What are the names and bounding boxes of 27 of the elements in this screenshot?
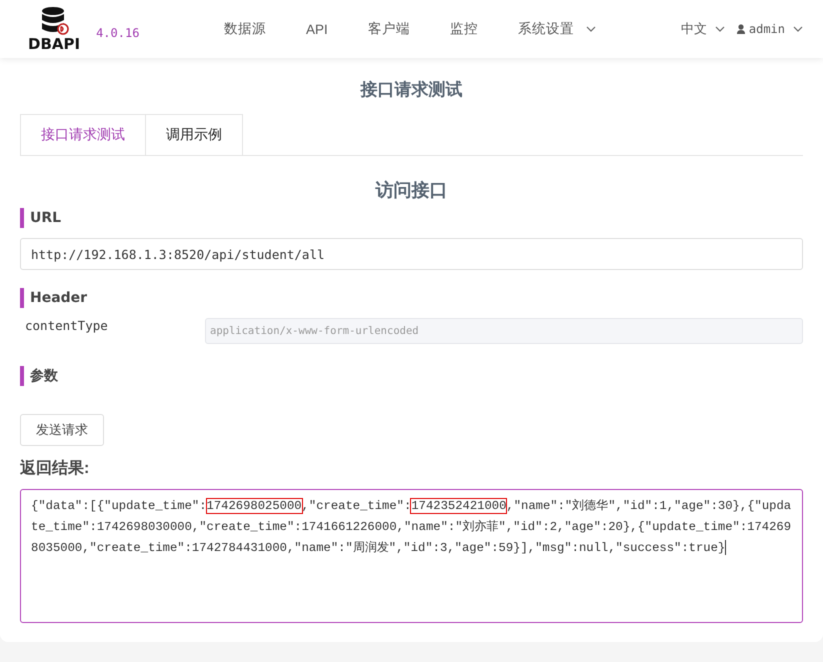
result-text: {"data":[{"update_time":1742698025000,"create_time":1742352421000,"name":"刘德华","id":1,"age":30},{"update_time":1742698030000,"create_time":1741661226000,"name":"刘亦菲","id":2,"age":20},{"update_time":1742698035000,"create_time":1742784431000,"name":"周润发","id":3,"age":59}],"msg":null,"success":true} — [31, 498, 792, 558]
caret-icon — [714, 26, 725, 32]
caret-icon — [793, 26, 803, 32]
tab[interactable]: 接口请求测试 — [20, 114, 146, 155]
user-icon — [736, 24, 745, 34]
caret-icon — [586, 26, 596, 32]
language-menu[interactable]: 中文 — [668, 20, 725, 38]
param-name: contentType — [24, 318, 109, 333]
database-icon — [39, 6, 70, 36]
section-title: 访问接口 — [374, 179, 448, 202]
section-label: 参数 — [20, 366, 803, 386]
result-field[interactable] — [20, 489, 803, 623]
nav-link[interactable]: 系统设置 — [498, 20, 616, 38]
nav-link[interactable]: 数据源 — [204, 20, 286, 38]
send-button[interactable]: 发送请求 — [20, 414, 104, 446]
nav-link[interactable]: 监控 — [430, 20, 498, 38]
nav-link[interactable]: API — [286, 20, 348, 38]
section-label: URL — [20, 208, 803, 228]
page-title: 接口请求测试 — [359, 79, 464, 101]
logo-text: DBAPI — [28, 36, 80, 52]
user-menu[interactable]: admin — [724, 20, 803, 38]
section-label: Header — [20, 288, 803, 308]
tab[interactable]: 调用示例 — [146, 114, 243, 155]
version-label: 4.0.16 — [96, 26, 140, 40]
url-field[interactable]: http://192.168.1.3:8520/api/student/all — [20, 238, 803, 270]
nav-link[interactable]: 客户端 — [348, 20, 430, 38]
result-label: 返回结果: — [20, 458, 90, 479]
